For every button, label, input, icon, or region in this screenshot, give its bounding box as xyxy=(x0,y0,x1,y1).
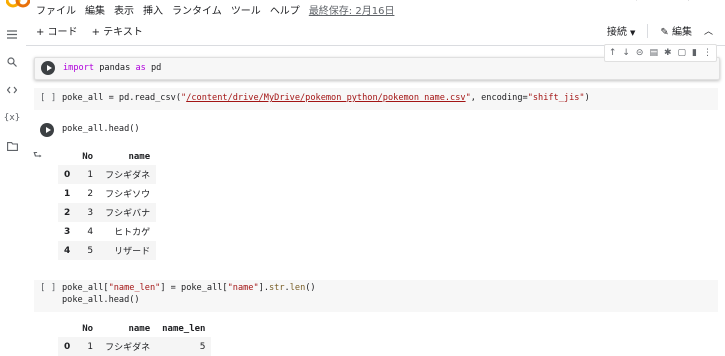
table-row: 4 5 リザード xyxy=(58,241,157,260)
edit-label: 編集 xyxy=(671,27,692,38)
kw-as: as xyxy=(135,63,146,73)
table-row: 3 4 ヒトカゲ xyxy=(58,222,156,241)
toolbar-divider xyxy=(647,23,649,38)
table-cell: 5 xyxy=(76,241,100,260)
mirror-cell-icon[interactable]: ▢ xyxy=(678,48,687,58)
table-header: name xyxy=(128,323,151,334)
menu-help[interactable]: ヘルプ xyxy=(270,2,300,17)
table-cell: フシギバナ xyxy=(99,203,157,222)
menu-icon[interactable] xyxy=(5,27,19,41)
cell-execution-bracket[interactable]: [ ] xyxy=(40,283,56,293)
edit-button[interactable]: ✎ 編集 xyxy=(660,23,692,38)
table-cell: ヒトカゲ xyxy=(114,228,151,238)
table-cell: フシギソウ xyxy=(105,190,151,200)
table-cell: 3 xyxy=(76,203,100,222)
encoding-string: "shift_jis" xyxy=(527,93,585,103)
menu-insert[interactable]: 挿入 xyxy=(143,2,163,17)
code-line[interactable]: poke_all = pd.read_csv("/content/drive/M… xyxy=(62,93,590,103)
more-icon[interactable]: ⋮ xyxy=(703,48,712,58)
cell-toolbar: ↑ ↓ ⊝ ▤ ✱ ▢ ▮ ⋮ xyxy=(603,44,717,62)
table-cell: フシギダネ xyxy=(99,165,157,184)
table-cell: フシギダネ xyxy=(99,337,157,356)
cell-execution-bracket[interactable]: [ ] xyxy=(40,93,56,103)
code-cell-4[interactable]: [ ] poke_all["name_len"] = poke_all["nam… xyxy=(34,280,718,312)
top-menu-bar: ファイル 編集 表示 挿入 ランタイム ツール ヘルプ 最終保存: 2月16日 xyxy=(0,0,725,17)
pencil-icon: ✎ xyxy=(660,27,669,38)
table-cell: 4 xyxy=(87,226,94,237)
code-cell-2[interactable]: [ ] poke_all = pd.read_csv("/content/dri… xyxy=(34,88,718,110)
str-name-len: "name_len" xyxy=(108,283,161,293)
settings-icon[interactable]: ✱ xyxy=(664,48,672,58)
table-cell: リザード xyxy=(99,241,157,260)
code-line-1[interactable]: poke_all["name_len"] = poke_all["name"].… xyxy=(62,283,316,293)
dataframe-output-1: No name 0 1 フシギダネ 1 2 フシギソウ 2 3 フシギバナ 3 … xyxy=(58,148,157,260)
table-header: No xyxy=(82,323,94,334)
fn-str: str xyxy=(269,283,285,293)
delete-icon[interactable]: ▮ xyxy=(692,48,697,58)
notebook-toolbar: + コード + テキスト 接続 ▼ ✎ 編集 ︿ xyxy=(26,17,725,46)
str-name: "name" xyxy=(227,283,259,293)
connect-label: 接続 xyxy=(606,27,627,38)
chevron-down-icon: ▼ xyxy=(630,29,636,37)
table-cell: 1 xyxy=(76,165,100,184)
code-line[interactable]: poke_all.head() xyxy=(62,124,140,134)
variables-icon[interactable]: {x} xyxy=(4,111,21,125)
code-prefix: poke_all = pd.read_csv( xyxy=(62,93,181,103)
folder-icon[interactable] xyxy=(5,139,19,153)
table-cell: 5 xyxy=(156,337,212,356)
row-index: 0 xyxy=(58,337,77,356)
table-header: name_len xyxy=(162,323,206,334)
run-cell-button[interactable] xyxy=(41,61,55,75)
menu-file[interactable]: ファイル xyxy=(36,2,76,17)
colab-logo-icon xyxy=(6,0,30,8)
code-cell-3[interactable]: poke_all.head() xyxy=(34,120,718,140)
menu-tools[interactable]: ツール xyxy=(231,2,261,17)
left-rail: {x} xyxy=(0,17,26,349)
comment-icon[interactable]: ▤ xyxy=(649,48,658,58)
connect-button[interactable]: 接続 ▼ xyxy=(607,23,636,38)
code-suffix: , encoding= xyxy=(470,93,528,103)
table-header xyxy=(58,320,76,337)
table-header xyxy=(58,148,76,165)
dataframe-output-2: No name name_len 0 1 フシギダネ 5 xyxy=(58,320,212,356)
fn-len: len xyxy=(289,283,306,293)
table-row: 0 1 フシギダネ 5 xyxy=(58,337,212,356)
kw-import: import xyxy=(63,63,95,73)
code-line[interactable]: import pandas as pd xyxy=(63,63,161,73)
table-cell: 1 xyxy=(76,337,100,356)
table-header: No xyxy=(82,151,94,162)
row-index: 2 xyxy=(58,203,77,222)
run-cell-button[interactable] xyxy=(40,123,54,137)
move-up-icon[interactable]: ↑ xyxy=(609,48,617,58)
table-row: 2 3 フシギバナ xyxy=(58,203,157,222)
last-saved-link[interactable]: 最終保存: 2月16日 xyxy=(309,2,395,17)
menu-edit[interactable]: 編集 xyxy=(85,2,105,17)
table-header: name xyxy=(128,151,151,162)
row-index: 4 xyxy=(58,241,77,260)
table-cell: 2 xyxy=(87,188,94,199)
code-line-2[interactable]: poke_all.head() xyxy=(62,295,140,305)
search-icon[interactable] xyxy=(5,55,19,69)
csv-path-link[interactable]: /content/drive/MyDrive/pokemon_python/po… xyxy=(186,93,465,103)
account-icons[interactable] xyxy=(625,0,705,6)
code-paren: ) xyxy=(584,93,590,103)
row-index: 1 xyxy=(64,188,71,199)
menu-runtime[interactable]: ランタイム xyxy=(172,2,222,17)
add-code-button[interactable]: + コード xyxy=(36,23,78,38)
menu-view[interactable]: 表示 xyxy=(114,2,134,17)
add-text-button[interactable]: + テキスト xyxy=(92,23,143,38)
collapse-header-icon[interactable]: ︿ xyxy=(704,24,713,37)
code-snippets-icon[interactable] xyxy=(5,83,19,97)
main-menu: ファイル 編集 表示 挿入 ランタイム ツール ヘルプ 最終保存: 2月16日 xyxy=(36,2,394,17)
link-icon[interactable]: ⊝ xyxy=(636,48,644,58)
output-toggle-icon[interactable]: ⮑ xyxy=(33,148,42,165)
move-down-icon[interactable]: ↓ xyxy=(622,48,630,58)
row-index: 0 xyxy=(58,165,77,184)
row-index: 3 xyxy=(64,226,71,237)
table-row: 0 1 フシギダネ xyxy=(58,165,157,184)
table-row: 1 2 フシギソウ xyxy=(58,184,156,203)
